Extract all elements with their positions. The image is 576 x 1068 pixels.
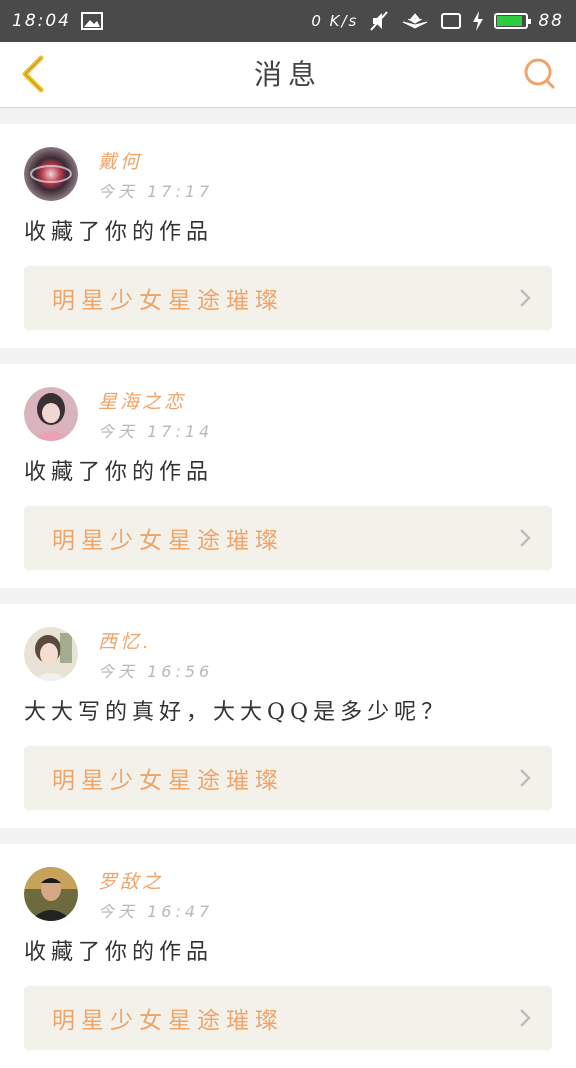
- work-title: 明星少女星途璀璨: [52, 768, 284, 794]
- message-card[interactable]: 西忆. 今天 16:56 大大写的真好，大大QQ是多少呢？ 明星少女星途璀璨: [0, 604, 576, 828]
- message-list: 戴何 今天 17:17 收藏了你的作品 明星少女星途璀璨 星海之恋 今天 17:…: [0, 108, 576, 1068]
- username[interactable]: 罗敌之: [98, 867, 213, 894]
- avatar[interactable]: [24, 387, 78, 441]
- search-button[interactable]: [518, 52, 562, 96]
- work-link[interactable]: 明星少女星途璀璨: [24, 746, 552, 810]
- message-header: 戴何 今天 17:17: [24, 146, 552, 202]
- chevron-right-icon: [518, 287, 532, 309]
- battery-level: 88: [538, 11, 564, 31]
- username[interactable]: 戴何: [98, 147, 213, 174]
- message-header: 星海之恋 今天 17:14: [24, 386, 552, 442]
- work-link[interactable]: 明星少女星途璀璨: [24, 266, 552, 330]
- message-text: 收藏了你的作品: [24, 220, 214, 245]
- status-bar: 18:04 0 K/s 88: [0, 0, 576, 42]
- avatar[interactable]: [24, 147, 78, 201]
- battery-fill: [497, 16, 522, 26]
- avatar[interactable]: [24, 627, 78, 681]
- timestamp: 今天 17:14: [98, 421, 214, 441]
- message-header: 西忆. 今天 16:56: [24, 626, 552, 682]
- tablet-icon: [440, 12, 462, 30]
- username[interactable]: 西忆.: [98, 627, 213, 654]
- timestamp: 今天 17:17: [98, 181, 214, 201]
- avatar[interactable]: [24, 867, 78, 921]
- page-title: 消息: [253, 58, 322, 91]
- status-time: 18:04: [12, 11, 71, 31]
- work-title: 明星少女星途璀璨: [52, 528, 284, 554]
- signal-icon: [400, 10, 430, 32]
- message-text: 收藏了你的作品: [24, 940, 214, 965]
- charging-icon: [472, 11, 484, 31]
- message-text: 大大写的真好，大大QQ是多少呢？: [24, 700, 449, 725]
- message-header: 罗敌之 今天 16:47: [24, 866, 552, 922]
- work-link[interactable]: 明星少女星途璀璨: [24, 506, 552, 570]
- message-card[interactable]: 戴何 今天 17:17 收藏了你的作品 明星少女星途璀璨: [0, 124, 576, 348]
- work-link[interactable]: 明星少女星途璀璨: [24, 986, 552, 1050]
- battery-icon: [494, 13, 532, 29]
- message-card[interactable]: 罗敌之 今天 16:47 收藏了你的作品 明星少女星途璀璨: [0, 844, 576, 1068]
- message-card[interactable]: 星海之恋 今天 17:14 收藏了你的作品 明星少女星途璀璨: [0, 364, 576, 588]
- message-text: 收藏了你的作品: [24, 460, 214, 485]
- mute-icon: [368, 10, 390, 32]
- image-icon: [81, 12, 103, 30]
- search-icon: [524, 58, 555, 89]
- timestamp: 今天 16:47: [98, 901, 214, 921]
- timestamp: 今天 16:56: [98, 661, 214, 681]
- chevron-right-icon: [518, 767, 532, 789]
- work-title: 明星少女星途璀璨: [52, 1008, 284, 1034]
- chevron-right-icon: [518, 1007, 532, 1029]
- username[interactable]: 星海之恋: [98, 387, 213, 414]
- network-speed: 0 K/s: [311, 12, 359, 30]
- nav-bar: 消息: [0, 42, 576, 108]
- chevron-right-icon: [518, 527, 532, 549]
- work-title: 明星少女星途璀璨: [52, 288, 284, 314]
